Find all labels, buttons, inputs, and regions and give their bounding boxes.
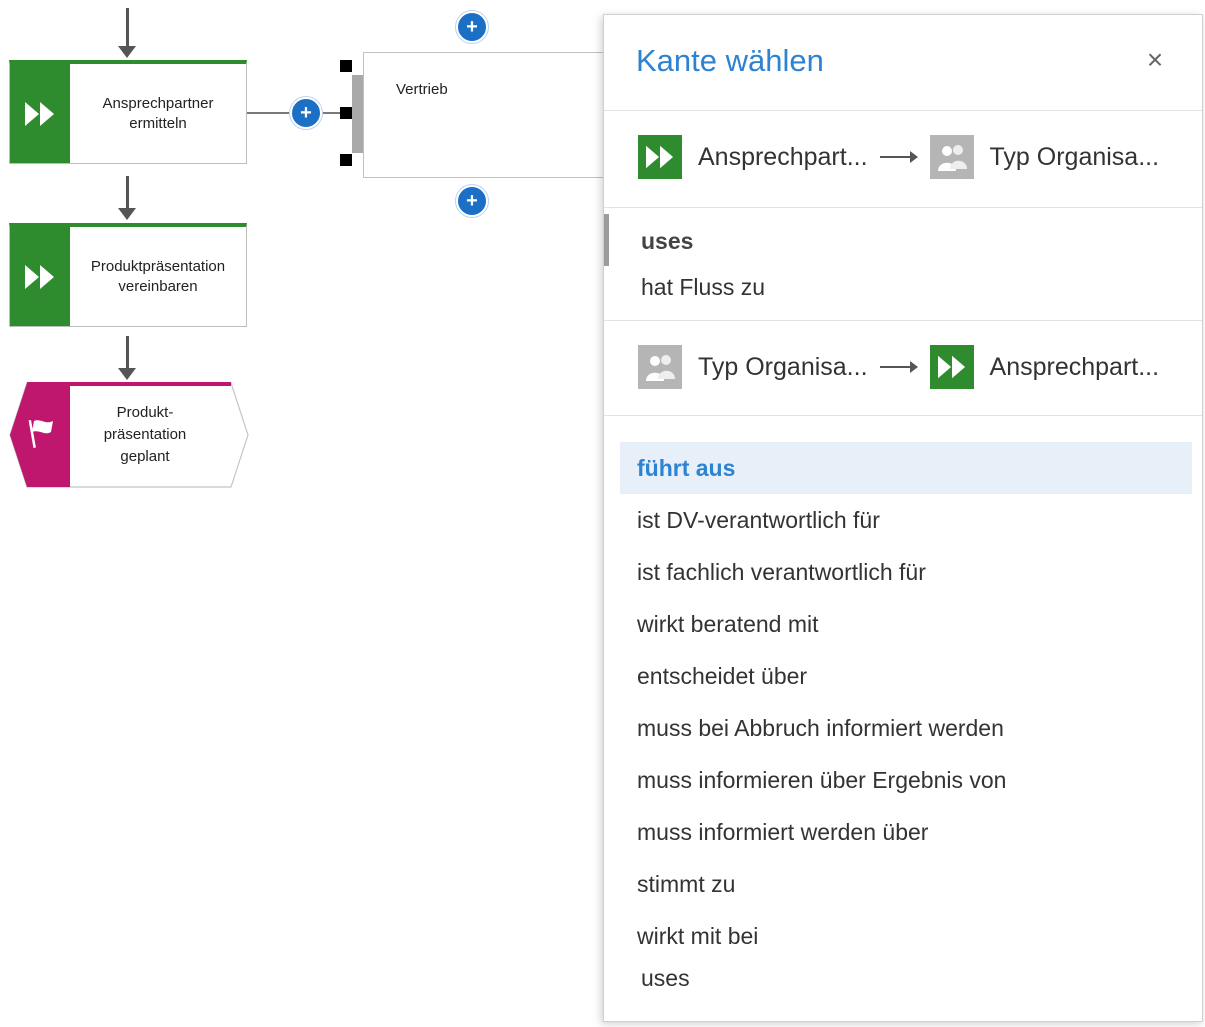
add-connection-button-left[interactable]: +: [290, 97, 322, 129]
edge-option[interactable]: uses: [641, 965, 690, 992]
fast-forward-icon: [646, 145, 674, 169]
arrow-right-icon: [879, 360, 918, 374]
flow-arrow-2: [114, 336, 142, 382]
edge-option[interactable]: wirkt beratend mit: [637, 611, 819, 638]
resize-handle-middle[interactable]: [340, 107, 352, 119]
function-type-icon: [638, 135, 682, 179]
relation-header-reverse: Typ Organisa... Ansprechpart...: [604, 321, 1202, 416]
org-unit-side-bar: [352, 75, 363, 153]
scrollbar-thumb[interactable]: [604, 214, 609, 266]
add-object-button-top[interactable]: +: [456, 11, 488, 43]
target-object-name: Typ Organisa...: [989, 142, 1160, 171]
organization-type-icon: [638, 345, 682, 389]
source-object-name: Typ Organisa...: [698, 352, 868, 381]
relation-header-forward: Ansprechpart... Typ Organisa...: [604, 111, 1202, 208]
org-unit-vertrieb[interactable]: Vertrieb: [363, 52, 623, 178]
function-label: Ansprechpartner ermitteln: [102, 94, 214, 132]
edge-option[interactable]: hat Fluss zu: [641, 274, 765, 301]
panel-title: Kante wählen: [636, 43, 824, 78]
edge-option[interactable]: wirkt mit bei: [637, 923, 758, 950]
source-object-name: Ansprechpart...: [698, 142, 868, 171]
close-icon[interactable]: ×: [1140, 44, 1170, 75]
function-type-icon: [10, 64, 70, 163]
flow-arrow-top: [114, 8, 142, 58]
organization-type-icon: [929, 135, 974, 179]
function-type-icon: [10, 227, 70, 326]
edge-option[interactable]: entscheidet über: [637, 663, 807, 690]
diagram-canvas[interactable]: Ansprechpartner ermitteln Produktpräsent…: [0, 0, 1205, 1027]
add-object-button-bottom[interactable]: +: [456, 185, 488, 217]
edge-option-selected[interactable]: führt aus: [637, 455, 735, 482]
people-group-icon: [646, 355, 675, 381]
fast-forward-icon: [25, 264, 54, 289]
event-label: Produkt- präsentation geplant: [103, 404, 187, 465]
resize-handle-top[interactable]: [340, 60, 352, 72]
edge-option[interactable]: uses: [641, 228, 693, 255]
arrow-right-icon: [879, 150, 918, 164]
edge-option[interactable]: stimmt zu: [637, 871, 735, 898]
edge-option[interactable]: ist DV-verantwortlich für: [637, 507, 880, 534]
edge-option[interactable]: muss bei Abbruch informiert werden: [637, 715, 1004, 742]
choose-edge-panel: Kante wählen × Ansprechpart... Typ Organ…: [603, 14, 1203, 1022]
function-produktpraesentation-vereinbaren[interactable]: Produktpräsentation vereinbaren: [9, 223, 247, 327]
fast-forward-icon: [25, 101, 54, 126]
flow-arrow-1: [114, 176, 142, 222]
function-type-icon: [929, 345, 974, 389]
fast-forward-icon: [937, 355, 965, 379]
relation-options-forward: uses hat Fluss zu: [604, 208, 1202, 321]
resize-handle-bottom[interactable]: [340, 154, 352, 166]
people-group-icon: [937, 145, 967, 171]
panel-header: Kante wählen ×: [604, 15, 1202, 111]
target-object-name: Ansprechpart...: [989, 352, 1160, 381]
edge-option[interactable]: muss informiert werden über: [637, 819, 928, 846]
function-ansprechpartner-ermitteln[interactable]: Ansprechpartner ermitteln: [9, 60, 247, 164]
edge-option[interactable]: ist fachlich verantwortlich für: [637, 559, 926, 586]
function-label: Produktpräsentation vereinbaren: [90, 257, 226, 295]
edge-option[interactable]: muss informieren über Ergebnis von: [637, 767, 1006, 794]
org-unit-label: Vertrieb: [396, 81, 448, 98]
